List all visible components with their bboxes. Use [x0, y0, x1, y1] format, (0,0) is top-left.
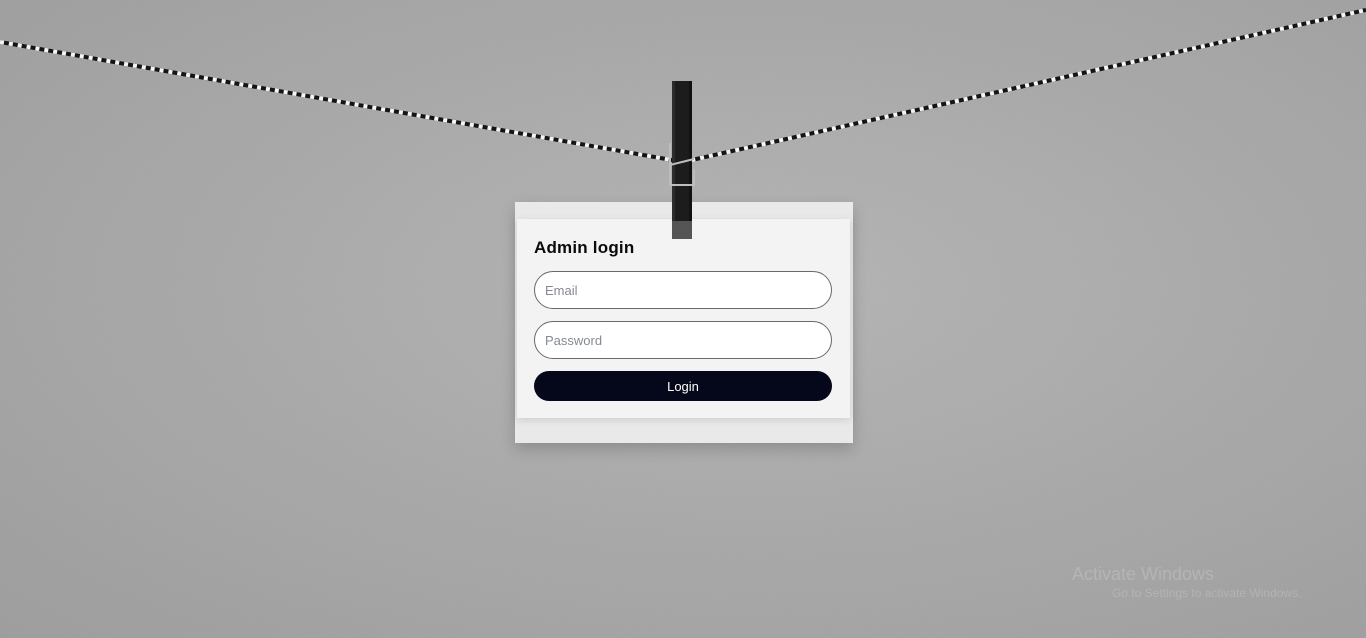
watermark-subtitle: Go to Settings to activate Windows. — [1112, 586, 1302, 600]
login-button[interactable]: Login — [534, 371, 832, 401]
activate-windows-watermark: Activate Windows Go to Settings to activ… — [1072, 563, 1301, 601]
email-field[interactable] — [534, 271, 832, 309]
login-title: Admin login — [534, 238, 635, 257]
password-field[interactable] — [534, 321, 832, 359]
clothespin-icon — [669, 81, 695, 239]
watermark-title: Activate Windows — [1072, 564, 1215, 584]
login-card: Admin login Login — [517, 219, 850, 418]
